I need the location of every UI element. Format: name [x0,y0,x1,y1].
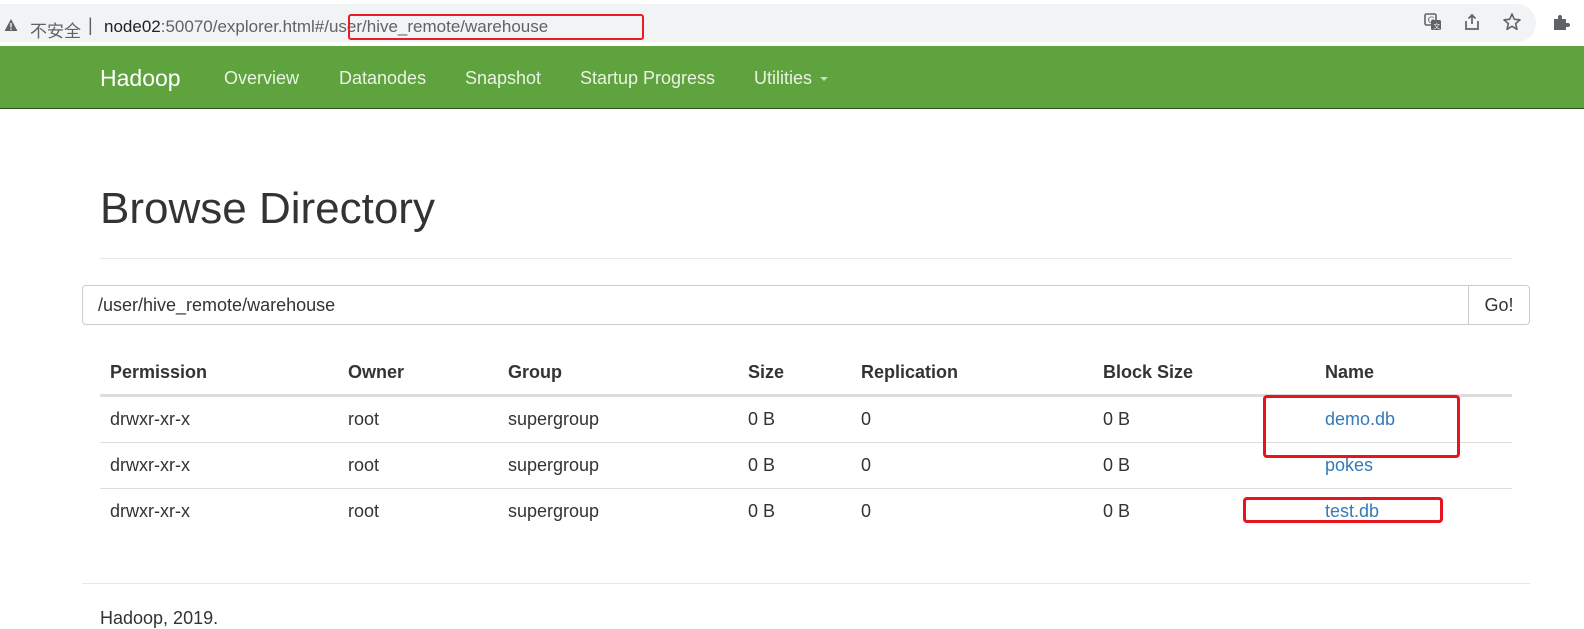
header-replication[interactable]: Replication [851,350,1093,397]
cell-group: supergroup [498,442,738,489]
header-name[interactable]: Name [1315,350,1512,397]
nav-snapshot[interactable]: Snapshot [465,68,541,89]
nav-utilities[interactable]: Utilities [754,68,829,89]
nav-utilities-label: Utilities [754,68,813,88]
cell-group: supergroup [508,409,600,429]
cell-permission: drwxr-xr-x [110,409,190,429]
caret-down-icon [820,77,829,82]
footer-divider [82,583,1530,584]
browser-toolbar: 不安全 | node02:50070/explorer.html#/user/h… [0,0,1584,46]
page-title: Browse Directory [100,184,435,233]
hadoop-navbar: Hadoop Overview Datanodes Snapshot Start… [0,46,1584,109]
header-owner[interactable]: Owner [338,350,498,397]
directory-path-input[interactable] [82,285,1469,325]
cell-size: 0 B [738,442,851,489]
nav-datanodes[interactable]: Datanodes [339,68,426,89]
security-label[interactable]: 不安全 [30,17,81,42]
nav-overview[interactable]: Overview [224,68,299,89]
hadoop-brand[interactable]: Hadoop [100,65,181,92]
header-group[interactable]: Group [498,350,738,397]
svg-text:文: 文 [1433,21,1440,30]
translate-icon[interactable]: G 文 [1423,12,1443,32]
cell-owner: root [348,409,380,429]
title-divider [100,258,1512,259]
cell-replication: 0 [861,409,872,429]
demo-db-highlight-box [1263,395,1460,458]
nav-startup-progress[interactable]: Startup Progress [580,68,715,89]
footer-text: Hadoop, 2019. [100,608,219,628]
go-button[interactable]: Go! [1468,285,1530,325]
url-path: :50070/explorer.html# [160,17,325,36]
cell-size: 0 B [738,488,851,534]
header-size[interactable]: Size [738,350,851,397]
address-bar[interactable]: 不安全 | node02:50070/explorer.html#/user/h… [0,4,1536,42]
name-link-pokes[interactable]: pokes [1325,455,1373,475]
share-icon[interactable] [1462,12,1482,32]
star-icon[interactable] [1502,12,1522,32]
cell-permission: drwxr-xr-x [100,488,338,534]
cell-replication: 0 [851,442,1093,489]
directory-path-form: Go! [82,285,1530,325]
cell-group: supergroup [498,488,738,534]
cell-owner: root [338,442,498,489]
url-host: node02 [104,17,161,36]
address-separator: | [88,15,93,35]
header-permission[interactable]: Permission [100,350,338,397]
cell-replication: 0 [851,488,1093,534]
cell-size: 0 B [748,409,776,429]
extension-icon[interactable] [1551,12,1571,32]
test-db-highlight-box [1243,497,1443,523]
header-block-size[interactable]: Block Size [1093,350,1315,397]
cell-owner: root [338,488,498,534]
cell-permission: drwxr-xr-x [100,442,338,489]
url-highlight-box [348,14,644,40]
table-header-row: Permission Owner Group Size Replication … [100,350,1512,397]
warning-icon[interactable] [4,18,18,32]
